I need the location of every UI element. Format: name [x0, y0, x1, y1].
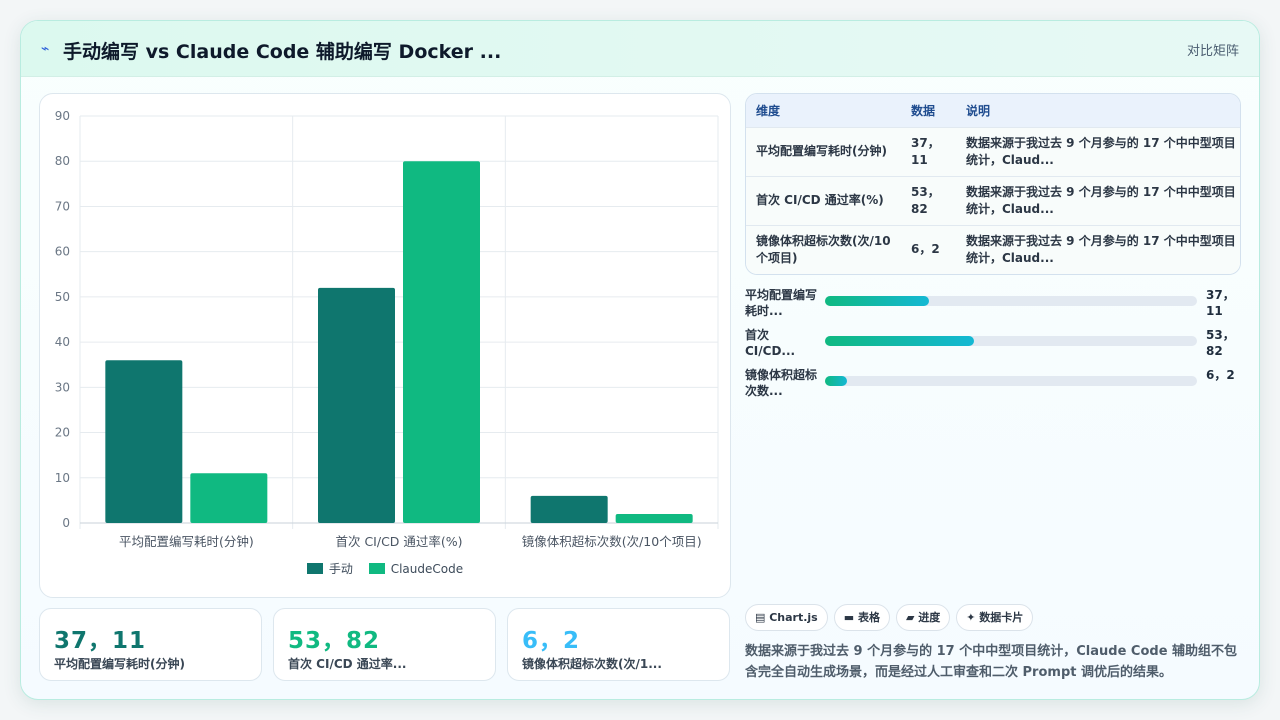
table-row: 平均配置编写耗时(分钟) 37，11 数据来源于我过去 9 个月参与的 17 个…	[746, 127, 1240, 176]
bar-claude	[615, 513, 693, 523]
stat-card-pass-rate: 53，82 首次 CI/CD 通过率...	[273, 608, 496, 681]
legend-label-manual: 手动	[328, 562, 353, 576]
x-tick-label: 平均配置编写耗时(分钟)	[119, 534, 254, 549]
legend-item-manual[interactable]: 手动	[306, 560, 353, 577]
footnote: 数据来源于我过去 9 个月参与的 17 个中中型项目统计，Claude Code…	[745, 644, 1238, 680]
stat-value: 6，2	[522, 628, 581, 654]
y-tick-label: 40	[55, 335, 70, 349]
table-cell-data: 6，2	[911, 242, 940, 257]
view-tags: ▤ Chart.js ▬ 表格 ▰ 进度 ✦ 数据卡片	[745, 604, 1039, 631]
y-tick-label: 20	[55, 426, 70, 440]
table-cell-desc: 数据来源于我过去 9 个月参与的 17 个中中型项目统计，Claud...	[966, 135, 1236, 167]
card-header: ⌁ 手动编写 vs Claude Code 辅助编写 Docker ... 对比…	[21, 21, 1259, 77]
progress-label: 平均配置编写耗时...	[745, 288, 818, 318]
lightning-icon: ⌁	[41, 41, 50, 57]
tag-progress[interactable]: ▰ 进度	[895, 604, 951, 631]
progress-value: 6，2	[1206, 368, 1235, 382]
view-mode-label[interactable]: 对比矩阵	[1187, 40, 1239, 59]
y-tick-label: 50	[55, 290, 70, 304]
y-tick-label: 80	[55, 154, 70, 168]
progress-label: 镜像体积超标次数...	[745, 368, 818, 398]
bar-chart: 0 10 20 30 40 50 60 70 80 90 平均配置编写耗时(分钟) 首次 CI/CD …	[55, 109, 719, 549]
progress-row: 镜像体积超标次数... 6，2	[745, 367, 1241, 407]
table-cell-data: 53，82	[911, 184, 940, 216]
y-tick-label: 90	[55, 109, 70, 123]
y-tick-label: 30	[55, 380, 70, 394]
table-cell-dimension: 首次 CI/CD 通过率(%)	[756, 193, 884, 207]
table-row: 首次 CI/CD 通过率(%) 53，82 数据来源于我过去 9 个月参与的 1…	[746, 176, 1240, 225]
progress-fill	[825, 296, 930, 306]
table-header-desc: 说明	[966, 103, 991, 118]
tag-table[interactable]: ▬ 表格	[833, 604, 890, 631]
progress-fill	[825, 336, 974, 346]
stat-value: 53，82	[288, 628, 381, 654]
bar-claude	[190, 473, 268, 523]
progress-track	[825, 336, 1197, 346]
tag-data-card[interactable]: ✦ 数据卡片	[956, 604, 1034, 631]
stat-label: 首次 CI/CD 通过率...	[288, 657, 407, 671]
table-header-row: 维度 数据 说明	[746, 94, 1240, 127]
table-cell-dimension: 镜像体积超标次数(次/10个项目)	[756, 233, 891, 265]
y-tick-label: 60	[55, 245, 70, 259]
bar-manual	[530, 495, 608, 523]
y-tick-label: 10	[55, 471, 70, 485]
progress-value: 53，82	[1206, 328, 1235, 358]
progress-fill	[825, 376, 848, 386]
legend-label-claude: ClaudeCode	[390, 562, 464, 576]
table-header-data: 数据	[911, 103, 936, 118]
page-title: 手动编写 vs Claude Code 辅助编写 Docker ...	[63, 41, 502, 63]
table-cell-data: 37，11	[911, 135, 940, 167]
progress-track	[825, 296, 1197, 306]
data-table: 维度 数据 说明 平均配置编写耗时(分钟) 37，11 数据来源于我过去 9 个…	[745, 93, 1241, 275]
stat-card-image-size: 6，2 镜像体积超标次数(次/1...	[507, 608, 730, 681]
progress-track	[825, 376, 1197, 386]
legend-swatch-manual	[306, 563, 323, 574]
legend-swatch-claude	[368, 563, 385, 574]
stat-value: 37，11	[54, 628, 147, 654]
y-tick-label: 70	[55, 199, 70, 213]
progress-row: 平均配置编写耗时... 37，11	[745, 287, 1241, 327]
table-row: 镜像体积超标次数(次/10个项目) 6，2 数据来源于我过去 9 个月参与的 1…	[746, 225, 1240, 274]
stat-card-time: 37，11 平均配置编写耗时(分钟)	[39, 608, 262, 681]
progress-label: 首次 CI/CD...	[745, 328, 796, 358]
table-cell-desc: 数据来源于我过去 9 个月参与的 17 个中中型项目统计，Claud...	[966, 184, 1236, 216]
bar-manual	[318, 287, 395, 523]
progress-row: 首次 CI/CD... 53，82	[745, 327, 1241, 367]
tag-chartjs[interactable]: ▤ Chart.js	[745, 604, 828, 631]
legend-item-claude[interactable]: ClaudeCode	[368, 562, 464, 576]
progress-list: 平均配置编写耗时... 37，11 首次 CI/CD... 53，82 镜像体积…	[745, 287, 1241, 407]
table-header-dimension: 维度	[756, 103, 781, 118]
bar-chart-panel: 0 10 20 30 40 50 60 70 80 90 平均配置编写耗时(分钟) 首次 CI/CD …	[39, 93, 731, 598]
x-tick-label: 首次 CI/CD 通过率(%)	[335, 534, 462, 549]
bar-manual	[105, 360, 183, 523]
progress-value: 37，11	[1206, 288, 1235, 318]
table-cell-desc: 数据来源于我过去 9 个月参与的 17 个中中型项目统计，Claud...	[966, 233, 1236, 265]
stat-label: 平均配置编写耗时(分钟)	[54, 657, 185, 671]
bar-claude	[403, 161, 480, 523]
table-cell-dimension: 平均配置编写耗时(分钟)	[756, 144, 887, 158]
comparison-card: ⌁ 手动编写 vs Claude Code 辅助编写 Docker ... 对比…	[20, 20, 1260, 700]
x-tick-label: 镜像体积超标次数(次/10个项目)	[522, 534, 702, 549]
stat-label: 镜像体积超标次数(次/1...	[522, 657, 662, 671]
y-tick-label: 0	[62, 516, 70, 530]
chart-legend[interactable]: 手动 ClaudeCode	[40, 560, 730, 577]
